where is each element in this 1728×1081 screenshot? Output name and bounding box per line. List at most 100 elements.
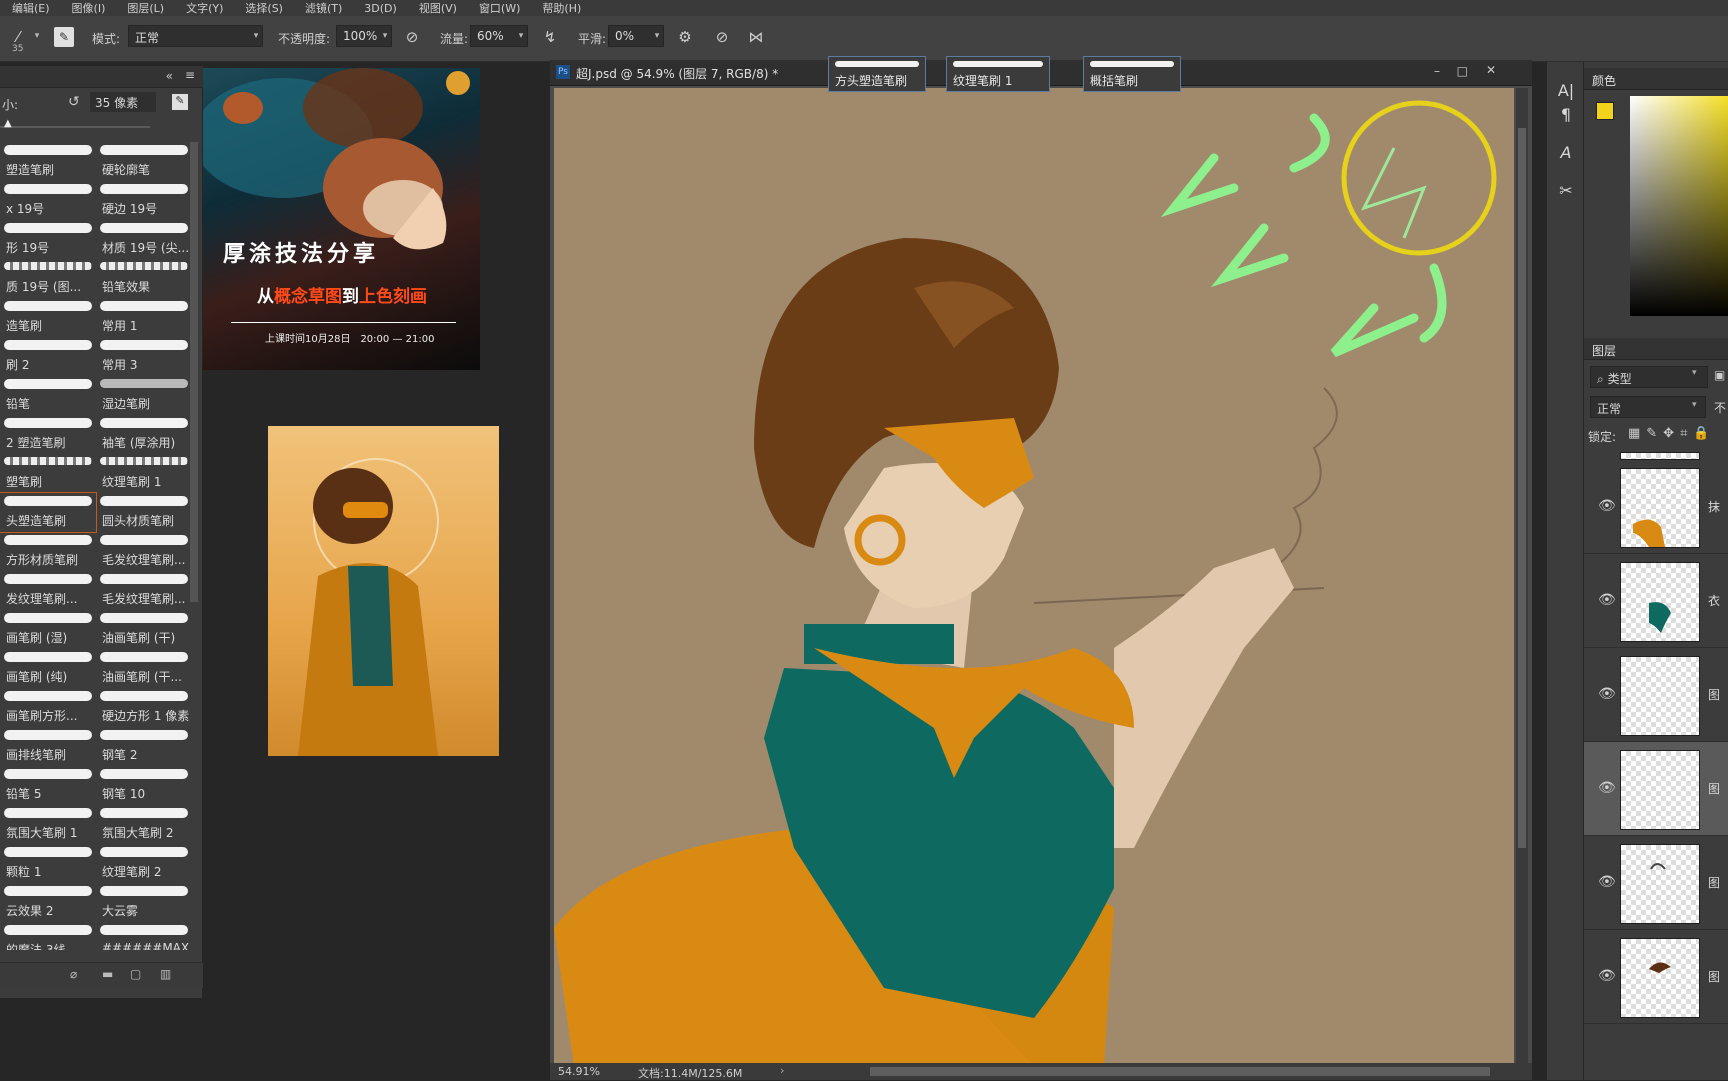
- layer-filter-select[interactable]: ⌕ 类型: [1590, 366, 1708, 388]
- canvas[interactable]: [554, 88, 1514, 1066]
- status-arrow-icon[interactable]: ›: [780, 1064, 784, 1077]
- brush-preset-item[interactable]: 质 19号 (图...: [0, 259, 96, 298]
- layer-row[interactable]: 👁 图: [1584, 742, 1728, 836]
- smoothing-chevron-icon[interactable]: ▾: [650, 25, 664, 47]
- brush-preset-item[interactable]: 方形材质笔刷: [0, 532, 96, 571]
- brush-preset-item[interactable]: 毛发纹理笔刷...: [96, 532, 190, 571]
- minimize-icon[interactable]: –: [1434, 64, 1440, 78]
- brush-preset-item[interactable]: 画笔刷方形...: [0, 688, 96, 727]
- new-preset-icon[interactable]: ▢: [130, 967, 141, 981]
- brush-list-scrollbar[interactable]: [190, 142, 198, 602]
- filter-image-icon[interactable]: ▣: [1714, 368, 1725, 382]
- layer-name[interactable]: 图: [1708, 874, 1720, 891]
- eye-icon[interactable]: 👁: [1598, 874, 1616, 890]
- brush-preset-item[interactable]: 湿边笔刷: [96, 376, 190, 415]
- eye-icon[interactable]: 👁: [1598, 498, 1616, 514]
- brush-preset-item[interactable]: 头塑造笔刷: [0, 492, 97, 533]
- glyphs-panel-icon[interactable]: A: [1555, 142, 1577, 164]
- menu-item[interactable]: 3D(D): [364, 2, 397, 15]
- floating-brush-preset[interactable]: 方头塑造笔刷: [828, 56, 926, 92]
- foreground-swatch[interactable]: [1596, 102, 1614, 120]
- brush-preset-item[interactable]: 氛围大笔刷 2: [96, 805, 190, 844]
- new-brush-icon[interactable]: ✎: [172, 94, 188, 110]
- pressure-opacity-icon[interactable]: ⊘: [402, 27, 422, 47]
- menu-item[interactable]: 选择(S): [245, 0, 283, 16]
- blend-mode-select[interactable]: 正常: [1590, 396, 1706, 418]
- brush-preset-item[interactable]: 钢笔 2: [96, 727, 190, 766]
- maximize-icon[interactable]: □: [1457, 64, 1468, 78]
- brush-preset-item[interactable]: x 19号: [0, 181, 96, 220]
- brush-preset-item[interactable]: 塑笔刷: [0, 454, 96, 493]
- brush-preset-item[interactable]: 画笔刷 (纯): [0, 649, 96, 688]
- menu-item[interactable]: 窗口(W): [479, 0, 520, 16]
- layer-name[interactable]: 抹: [1708, 498, 1720, 515]
- brush-preset-item[interactable]: 硬轮廓笔: [96, 142, 190, 181]
- brush-preset-item[interactable]: 油画笔刷 (干): [96, 610, 190, 649]
- brush-preset-item[interactable]: 纹理笔刷 1: [96, 454, 190, 493]
- airbrush-icon[interactable]: ↯: [540, 27, 560, 47]
- reset-size-icon[interactable]: ↺: [68, 94, 80, 110]
- folder-icon[interactable]: ▬: [102, 967, 113, 981]
- brush-preset-item[interactable]: 发纹理笔刷...: [0, 571, 96, 610]
- brush-preset-item[interactable]: 铅笔效果: [96, 259, 190, 298]
- brush-preset-item[interactable]: 常用 3: [96, 337, 190, 376]
- floating-brush-preset[interactable]: 纹理笔刷 1: [946, 56, 1050, 92]
- brush-preset-item[interactable]: 2 塑造笔刷: [0, 415, 96, 454]
- brush-preset-item[interactable]: 塑造笔刷: [0, 142, 96, 181]
- brush-preset-item[interactable]: 硬边 19号: [96, 181, 190, 220]
- brush-preset-item[interactable]: 形 19号: [0, 220, 96, 259]
- eye-icon[interactable]: 👁: [1598, 686, 1616, 702]
- layer-thumbnail[interactable]: [1620, 750, 1700, 830]
- color-field[interactable]: [1630, 96, 1728, 316]
- menu-item[interactable]: 视图(V): [419, 0, 457, 16]
- close-icon[interactable]: ✕: [1486, 63, 1496, 77]
- brush-preset-item[interactable]: 材质 19号 (尖...: [96, 220, 190, 259]
- symmetry-butterfly-icon[interactable]: ⋈: [746, 27, 766, 47]
- flow-chevron-icon[interactable]: ▾: [514, 25, 528, 47]
- layer-thumbnail[interactable]: [1620, 938, 1700, 1018]
- brush-preset-item[interactable]: 铅笔: [0, 376, 96, 415]
- layer-row[interactable]: 👁 图: [1584, 648, 1728, 742]
- menu-item[interactable]: 滤镜(T): [305, 0, 342, 16]
- horizontal-scroll-thumb[interactable]: [870, 1067, 1490, 1076]
- menu-item[interactable]: 编辑(E): [12, 0, 50, 16]
- brush-preset-item[interactable]: 画笔刷 (湿): [0, 610, 96, 649]
- menu-item[interactable]: 图像(I): [72, 0, 106, 16]
- eye-icon[interactable]: 👁: [1598, 592, 1616, 608]
- layer-name[interactable]: 图: [1708, 686, 1720, 703]
- paragraph-panel-icon[interactable]: ¶: [1555, 104, 1577, 126]
- collapse-icon[interactable]: «: [166, 69, 173, 83]
- brush-preset-item[interactable]: 硬边方形 1 像素: [96, 688, 190, 727]
- brush-preset-item[interactable]: ######MAXH...: [96, 922, 190, 950]
- vertical-scroll-thumb[interactable]: [1518, 128, 1526, 848]
- brush-preset-item[interactable]: 毛发纹理笔刷...: [96, 571, 190, 610]
- brush-size-field[interactable]: 35 像素: [90, 92, 156, 112]
- eye-icon[interactable]: 👁: [1598, 780, 1616, 796]
- status-zoom[interactable]: 54.91%: [558, 1065, 600, 1078]
- menu-item[interactable]: 帮助(H): [542, 0, 581, 16]
- brush-preset-item[interactable]: 造笔刷: [0, 298, 96, 337]
- brush-preset-item[interactable]: 云效果 2: [0, 883, 96, 922]
- vertical-scrollbar[interactable]: [1516, 88, 1528, 1063]
- layer-thumbnail[interactable]: [1620, 844, 1700, 924]
- layer-thumbnail[interactable]: [1620, 468, 1700, 548]
- lock-icons[interactable]: ▦✎✥⌗🔒: [1628, 426, 1716, 441]
- layer-name[interactable]: 图: [1708, 968, 1720, 985]
- brush-preset-item[interactable]: 大云雾: [96, 883, 190, 922]
- character-panel-icon[interactable]: A|: [1555, 80, 1577, 102]
- gear-icon[interactable]: ⚙: [675, 27, 695, 47]
- brush-preset-item[interactable]: 画排线笔刷: [0, 727, 96, 766]
- mode-select[interactable]: 正常: [128, 25, 263, 47]
- brush-preset-item[interactable]: 圆头材质笔刷: [96, 493, 190, 532]
- layer-row[interactable]: 👁 衣: [1584, 554, 1728, 648]
- opacity-chevron-icon[interactable]: ▾: [378, 25, 392, 47]
- toggle-visibility-icon[interactable]: ⌀: [70, 967, 77, 981]
- pressure-size-icon[interactable]: ⊘: [712, 27, 732, 47]
- tool-presets-icon[interactable]: ✂: [1555, 180, 1577, 202]
- brush-preset-item[interactable]: 氛围大笔刷 1: [0, 805, 96, 844]
- trash-icon[interactable]: ▥: [160, 967, 171, 981]
- brush-preset-item[interactable]: 纹理笔刷 2: [96, 844, 190, 883]
- color-panel-title[interactable]: 颜色: [1584, 68, 1728, 90]
- layer-thumbnail[interactable]: [1620, 656, 1700, 736]
- layers-panel-title[interactable]: 图层: [1584, 338, 1728, 360]
